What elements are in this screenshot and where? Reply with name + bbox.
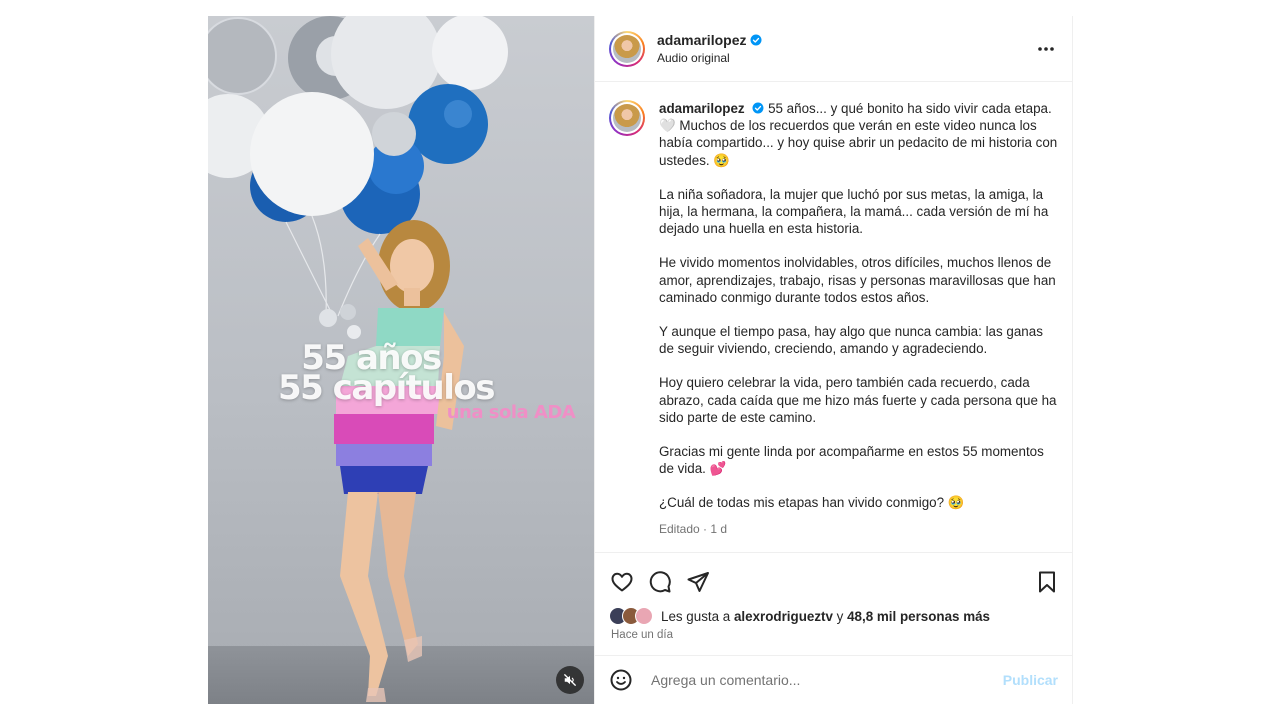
comment-button[interactable]: [647, 569, 673, 595]
post-video[interactable]: 55 años 55 capítulos una sola ADA: [208, 16, 594, 704]
comment-icon: [649, 571, 671, 593]
caption-username[interactable]: adamarilopez: [659, 101, 745, 116]
likes-count-link[interactable]: 48,8 mil personas más: [847, 609, 990, 624]
liker-avatars[interactable]: [609, 607, 653, 625]
overlay-subtitle: una sola ADA: [446, 402, 576, 423]
caption-body: adamarilopez 55 años... y qué bonito ha …: [659, 100, 1058, 538]
likes-connector: y: [832, 608, 848, 624]
caption-paragraph: He vivido momentos inolvidables, otros d…: [659, 255, 1056, 305]
caption-paragraph: Gracias mi gente linda por acompañarme e…: [659, 444, 1044, 477]
liker-avatar: [635, 607, 653, 625]
audio-label[interactable]: Audio original: [657, 51, 1034, 65]
caption: adamarilopez 55 años... y qué bonito ha …: [609, 100, 1058, 538]
post-time[interactable]: Hace un día: [595, 627, 1072, 649]
save-button[interactable]: [1034, 569, 1060, 595]
speaker-muted-icon: [564, 674, 576, 686]
verified-badge-icon: [752, 102, 764, 114]
post-side-panel: adamarilopez Audio original adamarilopez…: [594, 16, 1072, 704]
post-author: adamarilopez Audio original: [657, 32, 1034, 65]
caption-paragraph: ¿Cuál de todas mis etapas han vivido con…: [659, 495, 965, 511]
caption-section: adamarilopez 55 años... y qué bonito ha …: [595, 82, 1072, 553]
caption-paragraph: adamarilopez 55 años... y qué bonito ha …: [659, 100, 1058, 169]
add-comment-bar: Publicar: [595, 655, 1072, 704]
post-header: adamarilopez Audio original: [595, 16, 1072, 82]
caption-avatar-image: [613, 104, 641, 132]
share-button[interactable]: [685, 569, 711, 595]
more-options-button[interactable]: [1034, 37, 1058, 61]
emoji-icon[interactable]: [609, 668, 633, 692]
caption-avatar[interactable]: [609, 100, 645, 136]
instagram-post: 55 años 55 capítulos una sola ADA adamar…: [208, 16, 1073, 704]
bookmark-icon: [1039, 571, 1055, 593]
verified-badge-icon: [750, 34, 762, 46]
like-button[interactable]: [609, 569, 635, 595]
caption-paragraph: Hoy quiero celebrar la vida, pero tambié…: [659, 375, 1057, 425]
likes-summary: Les gusta a alexrodrigueztv y 48,8 mil p…: [595, 605, 1072, 627]
post-actions: [595, 559, 1072, 605]
more-horizontal-icon: [1038, 46, 1054, 51]
caption-paragraph: Y aunque el tiempo pasa, hay algo que nu…: [659, 324, 1043, 357]
publish-button[interactable]: Publicar: [1003, 672, 1058, 688]
send-icon: [687, 572, 709, 592]
caption-paragraph: La niña soñadora, la mujer que luchó por…: [659, 186, 1049, 237]
heart-icon: [611, 572, 633, 592]
likes-prefix: Les gusta a: [661, 608, 734, 624]
likes-user-link[interactable]: alexrodrigueztv: [734, 609, 833, 624]
mute-toggle-button[interactable]: [556, 666, 584, 694]
caption-edited-time: Editado · 1 d: [659, 521, 728, 536]
avatar-image: [613, 34, 641, 63]
author-username-row: adamarilopez: [657, 32, 1034, 48]
comment-input[interactable]: [649, 671, 1003, 689]
avatar[interactable]: [609, 30, 645, 67]
author-username[interactable]: adamarilopez: [657, 32, 746, 48]
